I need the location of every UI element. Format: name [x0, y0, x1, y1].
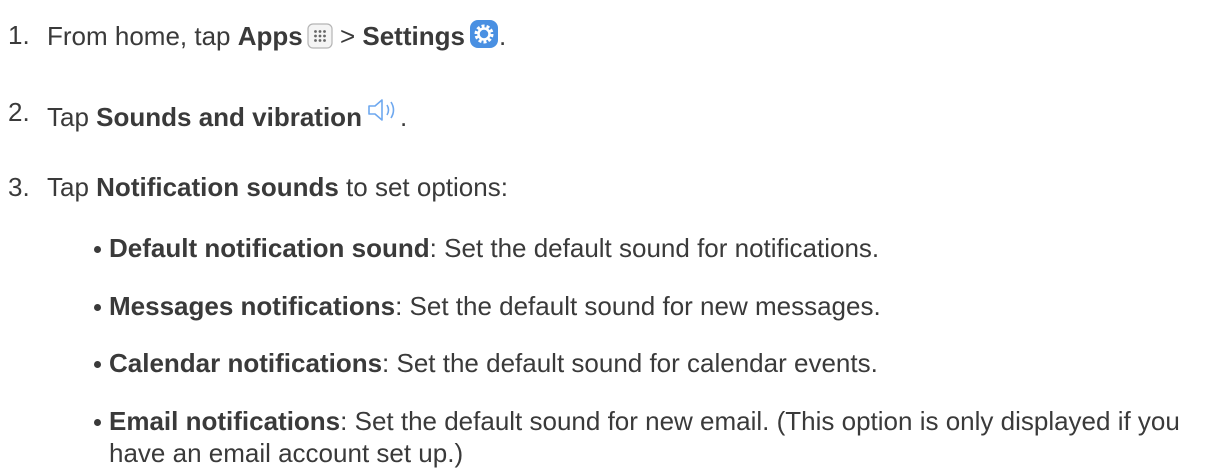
notification-sounds-label: Notification sounds — [96, 172, 339, 202]
option-desc: : Set the default sound for new messages… — [395, 291, 881, 321]
option-text: Default notification sound: Set the defa… — [109, 232, 1199, 264]
page: { "steps": [ { "number": "1.", "lead": "… — [0, 0, 1217, 476]
step-lead: Tap — [47, 172, 97, 202]
sounds-label: Sounds and vibration — [96, 102, 362, 132]
step-text: Tap Sounds and vibration . — [47, 96, 407, 133]
step-text: From home, tap Apps > Settings . — [47, 19, 506, 56]
speaker-icon — [366, 96, 400, 131]
option-title: Default notification sound — [109, 233, 430, 263]
step-lead: Tap — [47, 102, 97, 132]
option-title: Calendar notifications — [109, 348, 383, 378]
bullet-dot — [94, 304, 101, 311]
step-number: 1. — [8, 20, 30, 50]
option-title: Messages notifications — [109, 291, 396, 321]
bullet-dot — [94, 419, 101, 426]
step-number: 3. — [8, 172, 30, 202]
step-end: . — [498, 21, 507, 51]
step-number: 2. — [8, 97, 30, 127]
option-text: Email notifications: Set the default sou… — [109, 405, 1199, 469]
option-title: Email notifications — [109, 406, 341, 436]
bullet-dot — [94, 361, 101, 368]
step-tail: to set options: — [338, 172, 508, 202]
option-desc: : Set the default sound for notification… — [429, 233, 880, 263]
step-text: Tap Notification sounds to set options: — [47, 171, 508, 203]
apps-grid-icon — [307, 23, 333, 56]
option-text: Calendar notifications: Set the default … — [109, 347, 1199, 379]
step-end: . — [399, 102, 408, 132]
settings-label: Settings — [362, 21, 465, 51]
step-lead: From home, tap — [47, 21, 238, 51]
separator: > — [332, 21, 363, 51]
settings-gear-icon — [469, 19, 499, 56]
apps-label: Apps — [237, 21, 303, 51]
option-text: Messages notifications: Set the default … — [109, 290, 1199, 322]
option-desc: : Set the default sound for calendar eve… — [382, 348, 878, 378]
bullet-dot — [94, 246, 101, 253]
